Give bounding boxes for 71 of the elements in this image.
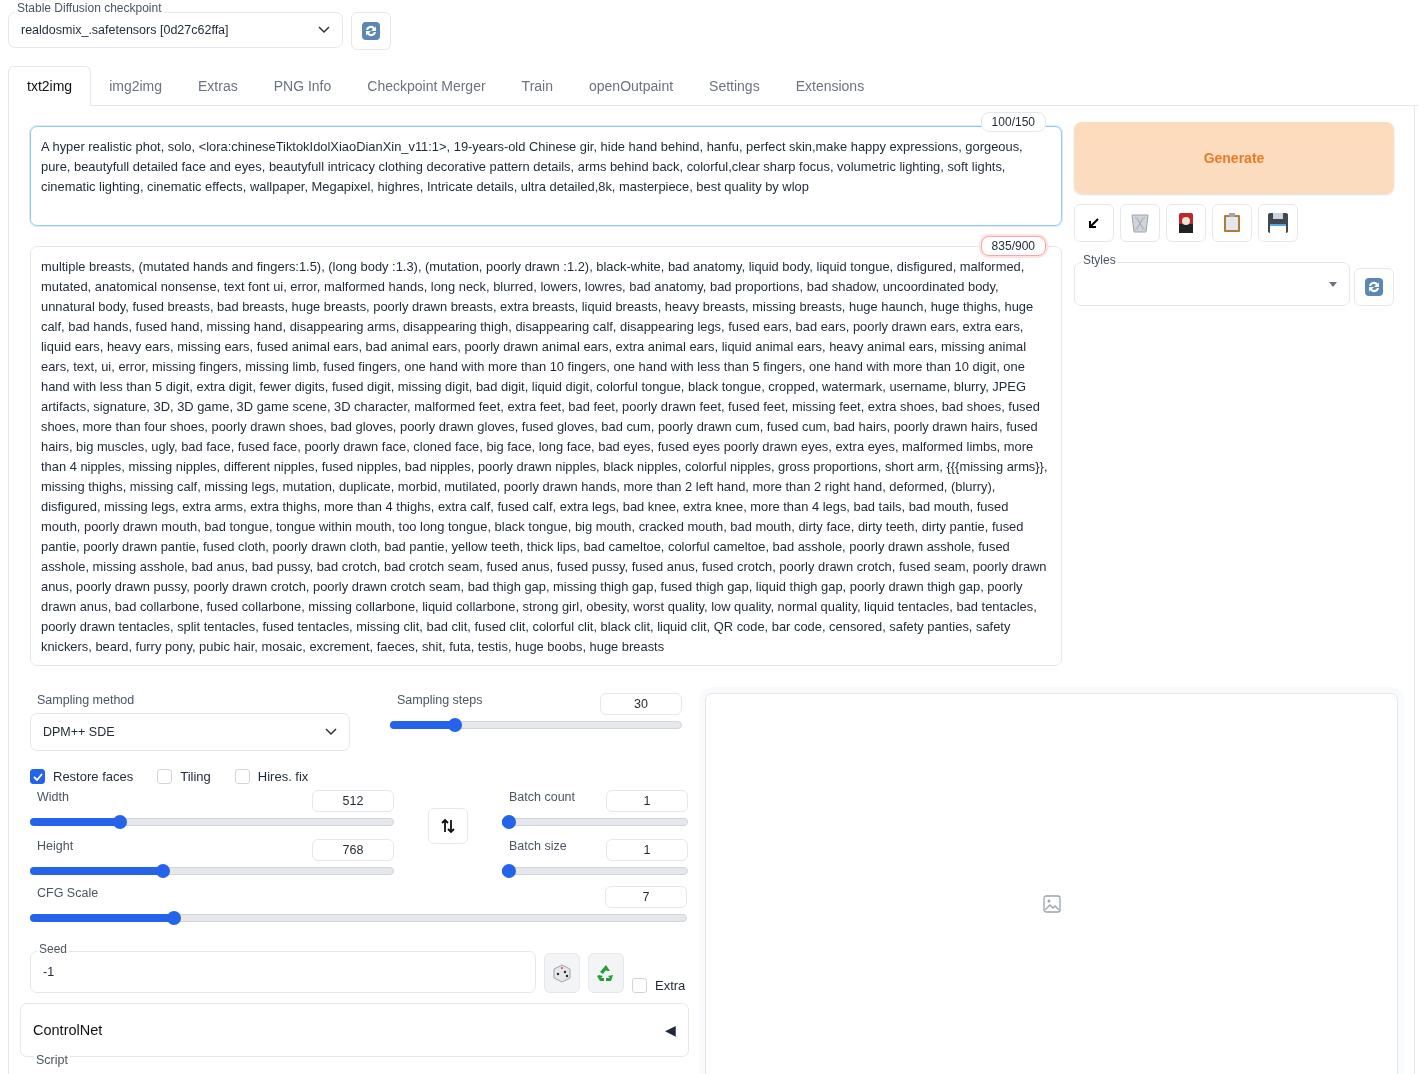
number-field[interactable]: 512 [312,790,394,812]
slider-thumb[interactable] [156,864,170,878]
slider-track[interactable] [502,864,688,878]
slider-label: Batch count [508,790,575,806]
field-label: Styles [1081,253,1118,267]
dice-icon [552,963,572,983]
save-style-button[interactable] [1258,204,1298,242]
checkbox-label: Tiling [180,769,211,784]
slider-track[interactable] [502,815,688,829]
tab[interactable]: openOutpaint [571,66,692,105]
chevron-down-icon [318,26,330,34]
slider-thumb[interactable] [112,815,127,829]
apply-style-button[interactable] [1212,204,1252,242]
image-icon [1042,895,1061,913]
caret-icon [1329,281,1337,287]
save-icon [1268,213,1288,233]
chevron-down-icon [325,728,337,736]
refresh-icon [361,21,381,41]
refresh-button[interactable] [351,12,391,50]
token-counter: 835/900 [980,236,1046,256]
collapse-toggle[interactable]: ◀ [665,1022,676,1038]
slider-track[interactable] [30,815,394,829]
prompt-field[interactable]: A hyper realistic phot, solo, <lora:chineseTiktokIdolXiaoDianXin_v11:1>, 19-years-old Chinese gir, hide hand behind, hanfu, perfect skin,make happy expressions, gorgeous, pure, beautyfull detailed face and eyes, beautyfull intricacy clothing decorative pattern details, arms behind back, colorful,clear sharp focus, volumetric lighting, soft lights, cinematic lighting, cinematic effects, wallpaper, Megapixel, highres, Intricate details, ultra detailed,8k, masterpiece, best quality by wlop [30,126,1062,226]
slider-thumb[interactable] [502,815,516,829]
tab[interactable]: Settings [691,66,778,105]
trash-icon [1131,213,1149,233]
paste-button[interactable] [1074,204,1114,242]
tab[interactable]: PNG Info [255,66,350,105]
slider-thumb[interactable] [448,718,463,732]
slider-track[interactable] [390,718,682,732]
slider-label: Sampling steps [396,693,483,709]
recycle-icon [596,963,616,983]
swap-dimensions-button[interactable] [428,808,468,844]
number-field[interactable]: 7 [605,886,687,908]
arrow-icon [1088,217,1100,229]
slider-track[interactable] [30,864,394,878]
refresh-button[interactable] [1354,268,1394,306]
field-label: Script [34,1053,70,1067]
sampling-method-dropdown[interactable]: DPM++ SDE [30,713,350,751]
slider-track[interactable] [30,911,687,925]
token-counter: 100/150 [980,112,1046,132]
checkbox-label: Restore faces [53,769,134,784]
reuse-seed-button[interactable] [588,953,624,993]
checkbox-label: Hires. fix [257,769,309,784]
field-label: Sampling method [36,693,136,709]
accordion-title: ControlNet [33,1022,103,1038]
slider-label: CFG Scale [36,886,99,902]
extra-networks-button[interactable] [1166,204,1206,242]
number-field[interactable]: 30 [600,693,682,715]
number-field[interactable]: 768 [312,839,394,861]
slider-label: Height [36,839,74,855]
checkbox-label: Extra [655,978,686,993]
number-field[interactable]: 1 [606,790,688,812]
clipboard-icon [1223,213,1241,233]
slider-label: Width [36,790,69,806]
number-field[interactable]: 1 [606,839,688,861]
checkbox[interactable] [30,769,45,784]
tab[interactable]: Checkpoint Merger [349,66,504,105]
tab[interactable]: Train [503,66,571,105]
tab[interactable]: Extensions [777,66,883,105]
card-icon [1179,213,1193,233]
swap-arrows-icon [440,818,456,834]
slider-thumb[interactable] [166,911,181,925]
field-label: Stable Diffusion checkpoint [15,1,164,15]
tab[interactable]: Extras [180,66,256,105]
tab[interactable]: txt2img [8,66,92,106]
slider-thumb[interactable] [502,864,516,878]
field-label: Seed [37,942,70,956]
refresh-icon [1364,277,1384,297]
slider-label: Batch size [508,839,567,855]
tab[interactable]: img2img [91,66,181,105]
